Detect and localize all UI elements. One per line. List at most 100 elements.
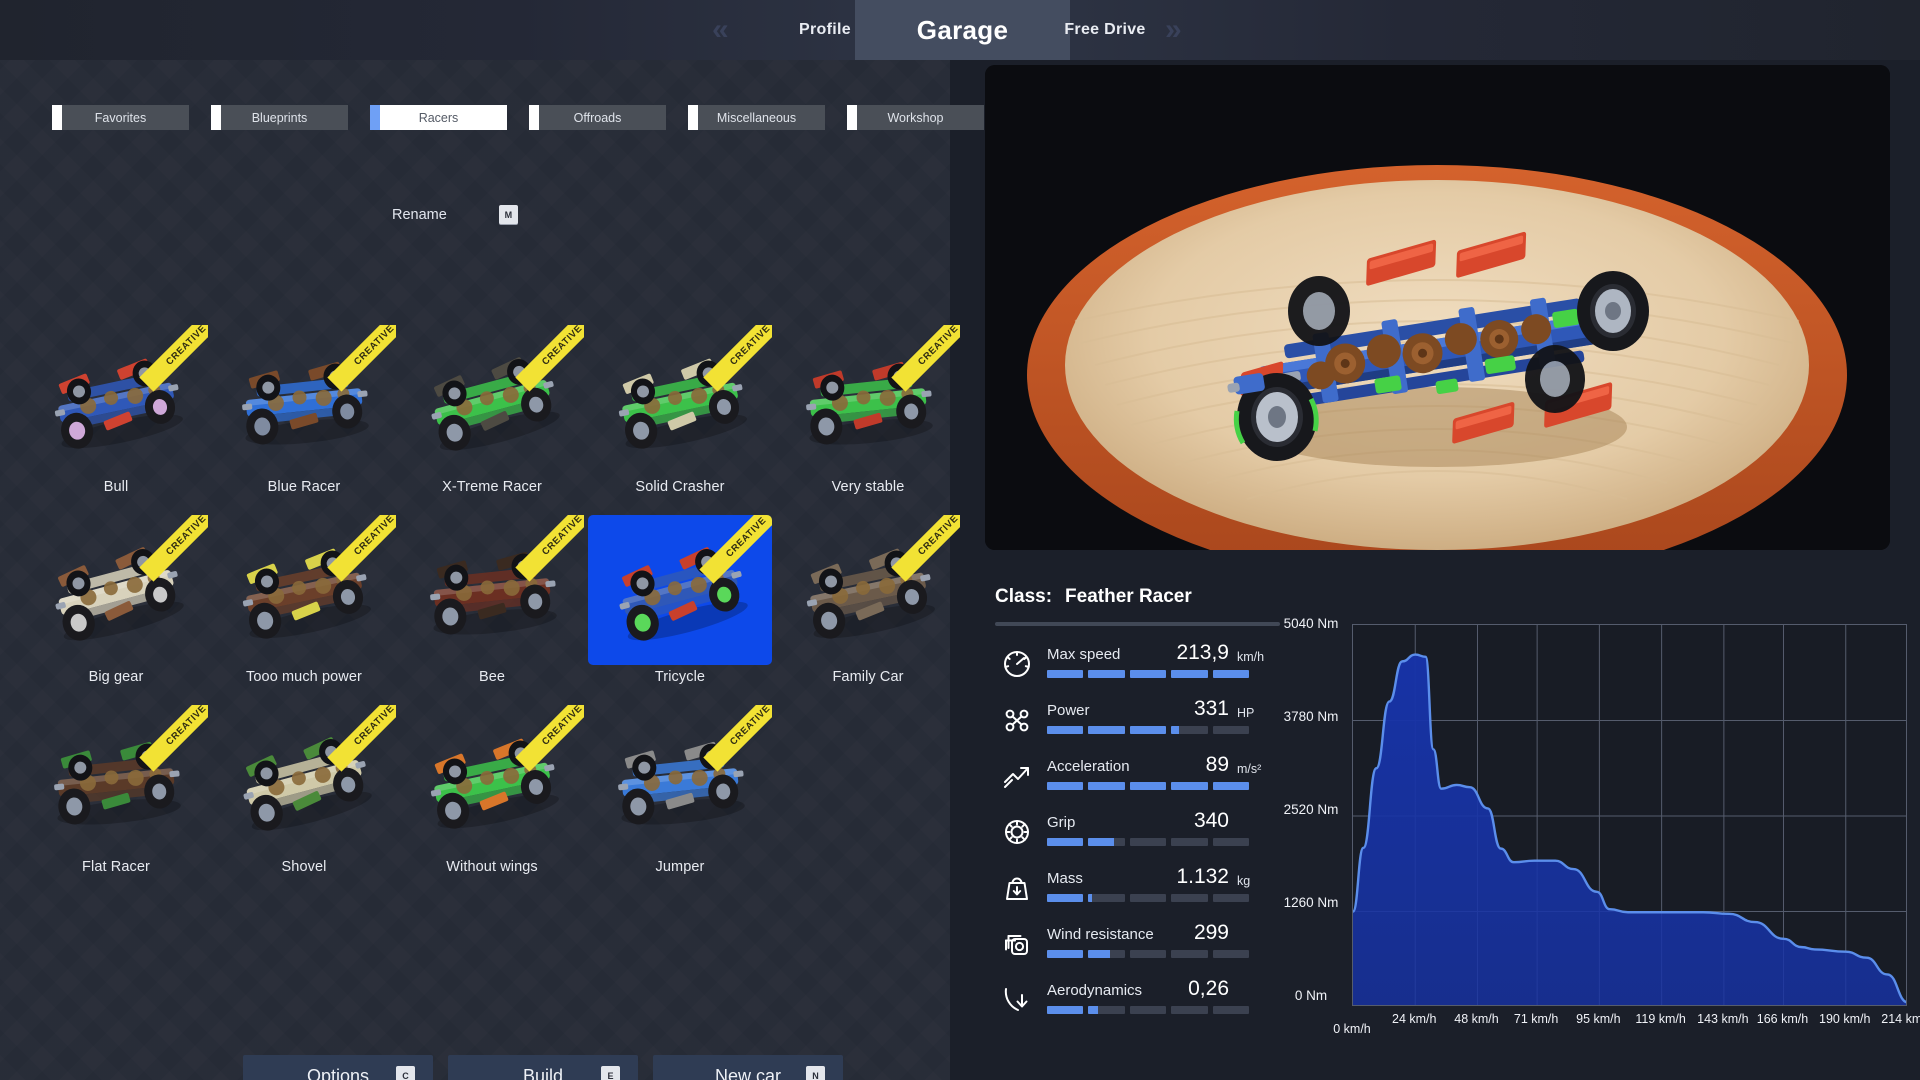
car-name-label: Tricycle <box>654 669 706 685</box>
car-thumbnail[interactable]: CREATIVE <box>400 705 584 855</box>
stat-unit: km/h <box>1237 650 1265 664</box>
tab-label: Workshop <box>887 110 944 125</box>
car-thumbnail[interactable]: CREATIVE <box>212 705 396 855</box>
chart-y-tick-label: 1260 Nm <box>1283 895 1339 910</box>
tab-label: Miscellaneous <box>716 110 797 125</box>
stat-segment <box>1129 950 1167 958</box>
stat-segment <box>1047 782 1084 790</box>
car-preview-viewport[interactable] <box>985 65 1890 550</box>
car-card[interactable]: CREATIVE X-Treme Racer <box>398 325 586 515</box>
chevron-double-right-icon[interactable]: » <box>1165 0 1182 60</box>
car-card[interactable]: CREATIVE Jumper <box>586 705 774 895</box>
stat-segment <box>1212 670 1250 678</box>
chevron-double-left-icon[interactable]: « <box>712 0 729 60</box>
stat-value: 213,9 <box>1176 641 1229 664</box>
options-button[interactable]: Options C <box>243 1055 433 1080</box>
stat-segment <box>1088 1006 1125 1014</box>
options-button-label: Options <box>306 1065 370 1080</box>
stat-segment <box>1212 894 1250 902</box>
stat-segment-fill <box>1212 670 1250 678</box>
car-thumbnail-image <box>806 361 933 445</box>
stat-segment <box>1171 838 1208 846</box>
tab-workshop[interactable]: Workshop <box>847 105 984 130</box>
stat-segment <box>1047 726 1084 734</box>
car-thumbnail[interactable]: CREATIVE <box>212 325 396 475</box>
stat-row: Power 331 HP <box>993 696 1293 752</box>
car-card[interactable]: CREATIVE Without wings <box>398 705 586 895</box>
stat-segment-bar <box>1047 726 1250 734</box>
options-keycap: C <box>396 1066 415 1080</box>
chart-x-tick-label: 48 km/h <box>1454 1012 1499 1026</box>
car-thumbnail[interactable]: CREATIVE <box>212 515 396 665</box>
chart-x-tick-label: 190 km/h <box>1819 1012 1871 1026</box>
stat-segment <box>1088 726 1125 734</box>
build-button[interactable]: Build E <box>448 1055 638 1080</box>
stat-segment-fill <box>1088 1006 1098 1014</box>
tab-accent-bar <box>370 105 380 130</box>
car-thumbnail-image <box>430 551 557 635</box>
car-thumbnail[interactable]: CREATIVE <box>588 705 772 855</box>
stat-value: 340 <box>1193 809 1229 832</box>
car-card[interactable]: CREATIVE Bee <box>398 515 586 705</box>
car-card[interactable]: CREATIVE Family Car <box>774 515 962 705</box>
car-card[interactable]: CREATIVE Flat Racer <box>22 705 210 895</box>
car-thumbnail[interactable]: CREATIVE <box>400 515 584 665</box>
car-card[interactable]: CREATIVE Tooo much power <box>210 515 398 705</box>
aerodynamics-icon <box>997 980 1037 1020</box>
stat-segment <box>1129 838 1167 846</box>
tab-blueprints[interactable]: Blueprints <box>211 105 348 130</box>
car-name-label: X-Treme Racer <box>442 479 542 495</box>
rename-action[interactable]: Rename M <box>392 205 518 224</box>
nav-free-drive[interactable]: Free Drive <box>1040 0 1170 60</box>
tab-miscellaneous[interactable]: Miscellaneous <box>688 105 825 130</box>
stat-label: Grip <box>1047 814 1076 831</box>
tab-offroads[interactable]: Offroads <box>529 105 666 130</box>
car-thumbnail-image <box>243 737 372 831</box>
stat-segment-fill <box>1047 894 1084 902</box>
car-card[interactable]: CREATIVE Very stable <box>774 325 962 515</box>
car-thumbnail[interactable]: CREATIVE <box>24 325 208 475</box>
tab-favorites[interactable]: Favorites <box>52 105 189 130</box>
stat-rows-container: Max speed 213,9 km/h Power 331 HP Accele… <box>993 640 1293 1032</box>
car-thumbnail[interactable]: CREATIVE <box>24 705 208 855</box>
garage-screen: « Profile Garage Free Drive » Favorites … <box>0 0 1920 1080</box>
car-thumbnail[interactable]: CREATIVE <box>400 325 584 475</box>
rename-label: Rename <box>392 206 447 223</box>
car-name-label: Without wings <box>446 859 538 875</box>
car-card[interactable]: CREATIVE Tricycle <box>586 515 774 705</box>
stat-row: Aerodynamics 0,26 <box>993 976 1293 1032</box>
new-car-button[interactable]: New car N <box>653 1055 843 1080</box>
chart-x-tick-label: 166 km/h <box>1756 1012 1809 1026</box>
stat-value: 1.132 <box>1176 865 1229 888</box>
car-thumbnail[interactable]: CREATIVE <box>776 515 960 665</box>
stat-segment <box>1129 670 1167 678</box>
chart-y-tick-label: 0 Nm <box>1294 988 1328 1003</box>
new-car-button-label: New car <box>714 1065 781 1080</box>
car-card[interactable]: CREATIVE Big gear <box>22 515 210 705</box>
car-thumbnail[interactable]: CREATIVE <box>588 515 772 665</box>
car-card[interactable]: CREATIVE Shovel <box>210 705 398 895</box>
stat-label: Max speed <box>1047 646 1121 663</box>
car-thumbnail[interactable]: CREATIVE <box>24 515 208 665</box>
stat-label: Acceleration <box>1047 758 1130 775</box>
chart-x-tick-label: 24 km/h <box>1392 1012 1437 1026</box>
stat-segment <box>1129 726 1167 734</box>
car-card[interactable]: CREATIVE Blue Racer <box>210 325 398 515</box>
stat-segment-fill <box>1047 726 1084 734</box>
stat-segment-bar <box>1047 894 1250 902</box>
car-thumbnail-image <box>430 738 559 829</box>
car-thumbnail[interactable]: CREATIVE <box>588 325 772 475</box>
car-card[interactable]: CREATIVE Bull <box>22 325 210 515</box>
tab-label: Favorites <box>94 110 147 125</box>
chart-svg <box>1353 625 1906 1005</box>
stat-segment <box>1047 838 1084 846</box>
car-thumbnail[interactable]: CREATIVE <box>776 325 960 475</box>
car-card[interactable]: CREATIVE Solid Crasher <box>586 325 774 515</box>
stat-segment-bar <box>1047 782 1250 790</box>
stat-segment <box>1047 1006 1084 1014</box>
tab-accent-bar <box>529 105 539 130</box>
stat-segment-fill <box>1047 1006 1084 1014</box>
stat-segment-fill <box>1047 838 1084 846</box>
tab-racers[interactable]: Racers <box>370 105 507 130</box>
stat-value: 331 <box>1193 697 1229 720</box>
